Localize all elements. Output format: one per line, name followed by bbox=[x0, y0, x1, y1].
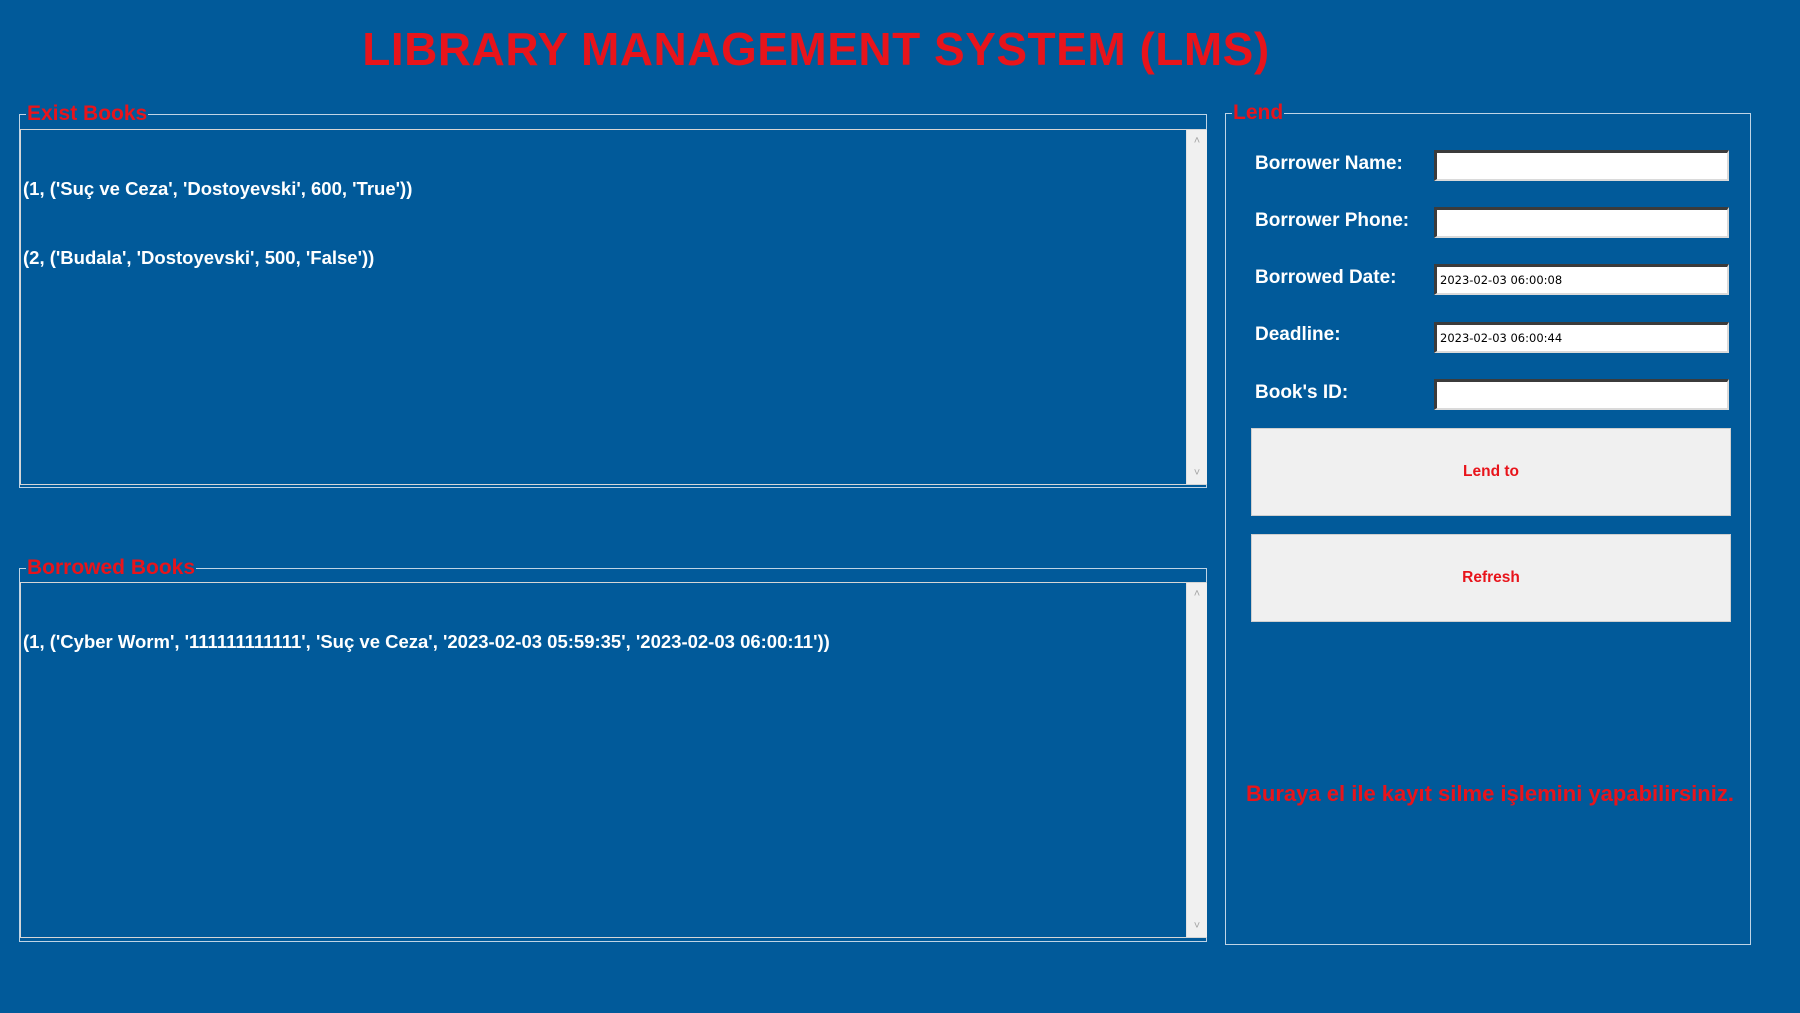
deadline-input[interactable] bbox=[1434, 322, 1729, 353]
exist-books-scrollbar[interactable]: ˄ ˅ bbox=[1186, 130, 1207, 484]
borrowed-books-group: Borrowed Books (1, ('Cyber Worm', '11111… bbox=[19, 556, 1207, 942]
refresh-button[interactable]: Refresh bbox=[1251, 534, 1731, 622]
borrowed-books-listbox[interactable]: (1, ('Cyber Worm', '111111111111', 'Suç … bbox=[20, 582, 1207, 938]
chevron-down-icon[interactable]: ˅ bbox=[1187, 464, 1207, 482]
book-id-input[interactable] bbox=[1434, 379, 1729, 410]
borrowed-date-label: Borrowed Date: bbox=[1255, 267, 1397, 288]
list-item[interactable]: (1, ('Suç ve Ceza', 'Dostoyevski', 600, … bbox=[23, 177, 1183, 200]
chevron-up-icon[interactable]: ˄ bbox=[1187, 585, 1207, 603]
list-item[interactable]: (2, ('Budala', 'Dostoyevski', 500, 'Fals… bbox=[23, 246, 1183, 269]
exist-books-legend: Exist Books bbox=[26, 102, 149, 126]
borrower-name-label: Borrower Name: bbox=[1255, 153, 1403, 174]
borrowed-books-list: (1, ('Cyber Worm', '111111111111', 'Suç … bbox=[23, 584, 1183, 937]
deadline-label: Deadline: bbox=[1255, 324, 1341, 345]
lend-to-button[interactable]: Lend to bbox=[1251, 428, 1731, 516]
chevron-up-icon[interactable]: ˄ bbox=[1187, 132, 1207, 150]
borrower-phone-input[interactable] bbox=[1434, 207, 1729, 238]
list-item[interactable]: (1, ('Cyber Worm', '111111111111', 'Suç … bbox=[23, 630, 1183, 653]
exist-books-list: (1, ('Suç ve Ceza', 'Dostoyevski', 600, … bbox=[23, 131, 1183, 484]
lend-legend: Lend bbox=[1232, 101, 1285, 125]
app-title: LIBRARY MANAGEMENT SYSTEM (LMS) bbox=[362, 23, 1270, 75]
borrowed-books-scrollbar[interactable]: ˄ ˅ bbox=[1186, 583, 1207, 937]
exist-books-listbox[interactable]: (1, ('Suç ve Ceza', 'Dostoyevski', 600, … bbox=[20, 129, 1207, 485]
borrower-name-input[interactable] bbox=[1434, 150, 1729, 181]
book-id-label: Book's ID: bbox=[1255, 382, 1349, 403]
borrowed-books-legend: Borrowed Books bbox=[26, 556, 197, 580]
chevron-down-icon[interactable]: ˅ bbox=[1187, 917, 1207, 935]
exist-books-group: Exist Books (1, ('Suç ve Ceza', 'Dostoye… bbox=[19, 102, 1207, 488]
borrowed-date-input[interactable] bbox=[1434, 264, 1729, 295]
borrower-phone-label: Borrower Phone: bbox=[1255, 210, 1410, 231]
manual-delete-hint: Buraya el ile kayıt silme işlemini yapab… bbox=[1246, 781, 1734, 806]
